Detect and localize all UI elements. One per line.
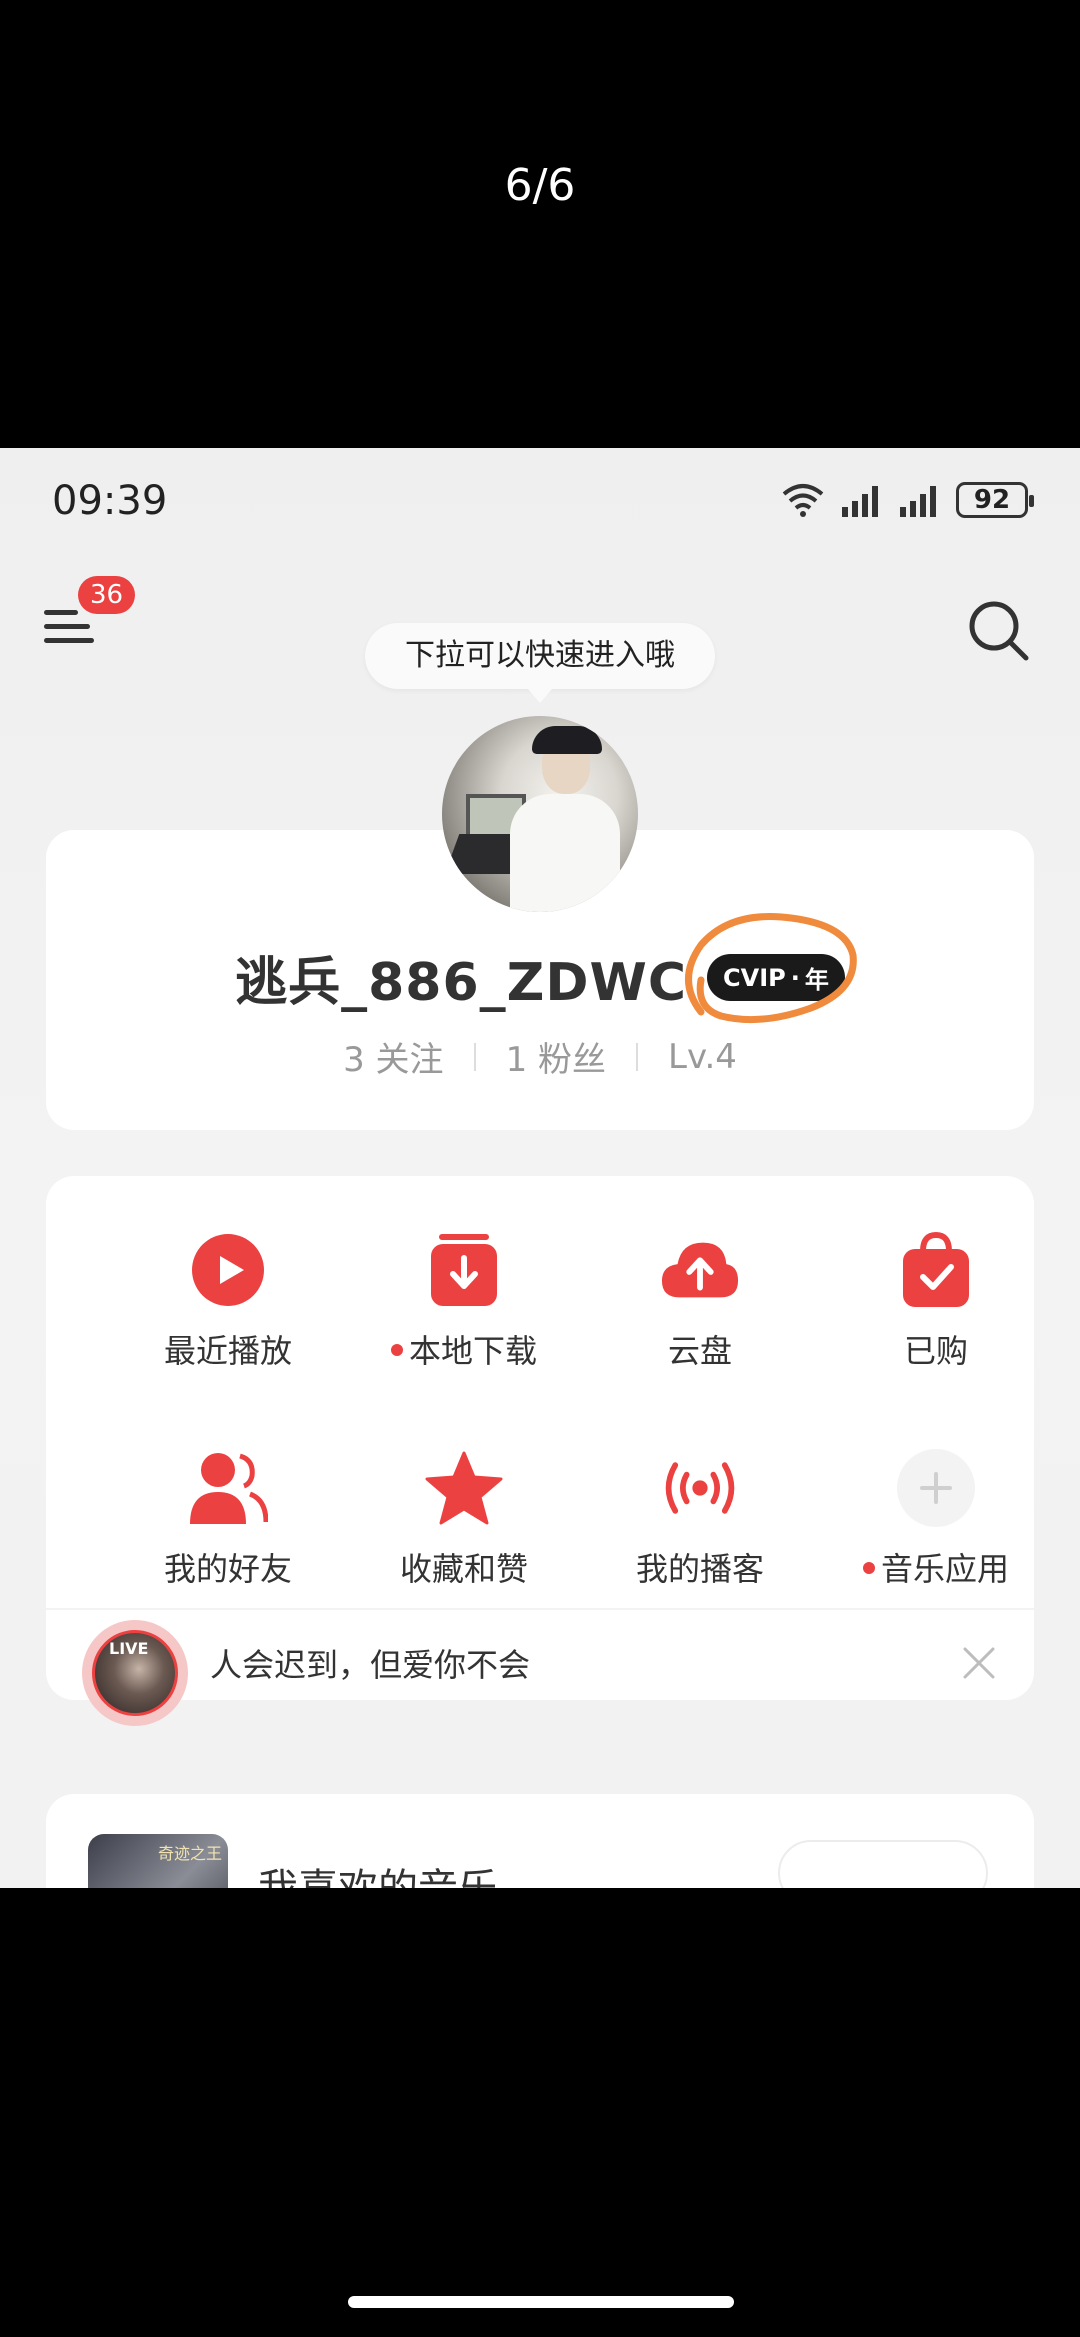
recent-play-label: 最近播放 (163, 1332, 292, 1370)
menu-icon-line (44, 638, 94, 643)
recent-play-button[interactable]: 最近播放 (128, 1230, 328, 1372)
image-counter: 6/6 (504, 160, 576, 211)
cloud-upload-icon (660, 1230, 740, 1310)
purchased-button[interactable]: 已购 (836, 1230, 1036, 1372)
vip-badge[interactable]: CVIP · 年 (707, 954, 845, 1001)
wifi-icon (782, 484, 824, 517)
my-podcast-label: 我的播客 (635, 1550, 764, 1588)
live-banner[interactable]: LIVE 人会迟到，但爱你不会 (46, 1610, 1034, 1726)
stats-divider (473, 1042, 476, 1071)
vip-logo: CVIP (723, 963, 786, 992)
plus-circle-icon (896, 1448, 976, 1528)
music-apps-button[interactable]: 音乐应用 (836, 1448, 1036, 1590)
broadcast-icon (660, 1448, 740, 1528)
new-dot (390, 1344, 403, 1356)
battery-indicator: 92 (956, 482, 1034, 518)
heart-mode-button[interactable] (778, 1840, 988, 1888)
music-apps-text: 音乐应用 (880, 1550, 1009, 1588)
favorites-label: 收藏和赞 (399, 1550, 528, 1588)
avatar[interactable] (442, 716, 638, 912)
search-icon[interactable] (966, 598, 1032, 664)
username[interactable]: 逃兵_886_ZDWC (235, 940, 687, 1015)
avatar-body (510, 794, 620, 912)
live-avatar[interactable]: LIVE (82, 1620, 188, 1726)
menu-icon (44, 610, 78, 615)
my-podcast-button[interactable]: 我的播客 (600, 1448, 800, 1590)
profile-stats: 3 关注 1 粉丝 Lv.4 (46, 1032, 1034, 1081)
status-bar: 09:39 92 (52, 478, 1034, 538)
function-card: 最近播放 本地下载 云盘 已购 我的好友 收藏和赞 我的播客 音乐应用 LIVE… (46, 1176, 1036, 1726)
favorites-button[interactable]: 收藏和赞 (364, 1448, 564, 1590)
home-indicator[interactable] (348, 2296, 734, 2308)
avatar-cap (532, 726, 602, 754)
purchased-label: 已购 (903, 1332, 968, 1370)
following-count[interactable]: 3 关注 (343, 1032, 443, 1081)
local-download-label: 本地下载 (364, 1326, 564, 1372)
user-level[interactable]: Lv.4 (668, 1037, 737, 1077)
username-row: 逃兵_886_ZDWC CVIP · 年 (46, 940, 1034, 1015)
local-download-text: 本地下载 (408, 1332, 537, 1370)
live-avatar-image: LIVE (92, 1630, 178, 1716)
playlist-cover: 奇迹之王 (88, 1834, 228, 1888)
signal-icon-2 (900, 486, 936, 517)
cloud-drive-button[interactable]: 云盘 (600, 1230, 800, 1372)
pull-down-tooltip: 下拉可以快速进入哦 (365, 623, 715, 703)
my-friends-label: 我的好友 (163, 1550, 292, 1588)
stats-divider (636, 1042, 639, 1071)
signal-icon (842, 486, 878, 517)
playlist-title: 我喜欢的音乐 (258, 1856, 498, 1888)
vip-separator: · (790, 963, 800, 992)
followers-count[interactable]: 1 粉丝 (506, 1032, 606, 1081)
cloud-drive-label: 云盘 (667, 1332, 732, 1370)
star-icon (424, 1448, 504, 1528)
notification-badge: 36 (78, 576, 136, 614)
close-icon[interactable] (962, 1646, 996, 1680)
menu-button[interactable]: 36 (40, 576, 136, 656)
download-box-icon (424, 1230, 504, 1310)
play-circle-icon (188, 1230, 268, 1310)
cover-text: 奇迹之王 (157, 1844, 222, 1863)
status-time: 09:39 (52, 478, 168, 524)
app-screen: 09:39 92 36 下拉可以快速进入哦 逃兵_886_ZDWC CVIP ·… (0, 448, 1080, 1888)
status-icons: 92 (780, 482, 1034, 518)
shopping-bag-icon (896, 1230, 976, 1310)
liked-music-card[interactable]: 奇迹之王 我喜欢的音乐 (46, 1794, 1034, 1888)
local-download-button[interactable]: 本地下载 (364, 1230, 564, 1372)
music-apps-label: 音乐应用 (836, 1544, 1036, 1590)
vip-term: 年 (804, 966, 829, 994)
friends-icon (188, 1448, 268, 1528)
live-tag: LIVE (109, 1639, 149, 1658)
menu-icon-line (44, 624, 90, 629)
my-friends-button[interactable]: 我的好友 (128, 1448, 328, 1590)
live-title: 人会迟到，但爱你不会 (210, 1646, 531, 1684)
new-dot (862, 1562, 875, 1574)
